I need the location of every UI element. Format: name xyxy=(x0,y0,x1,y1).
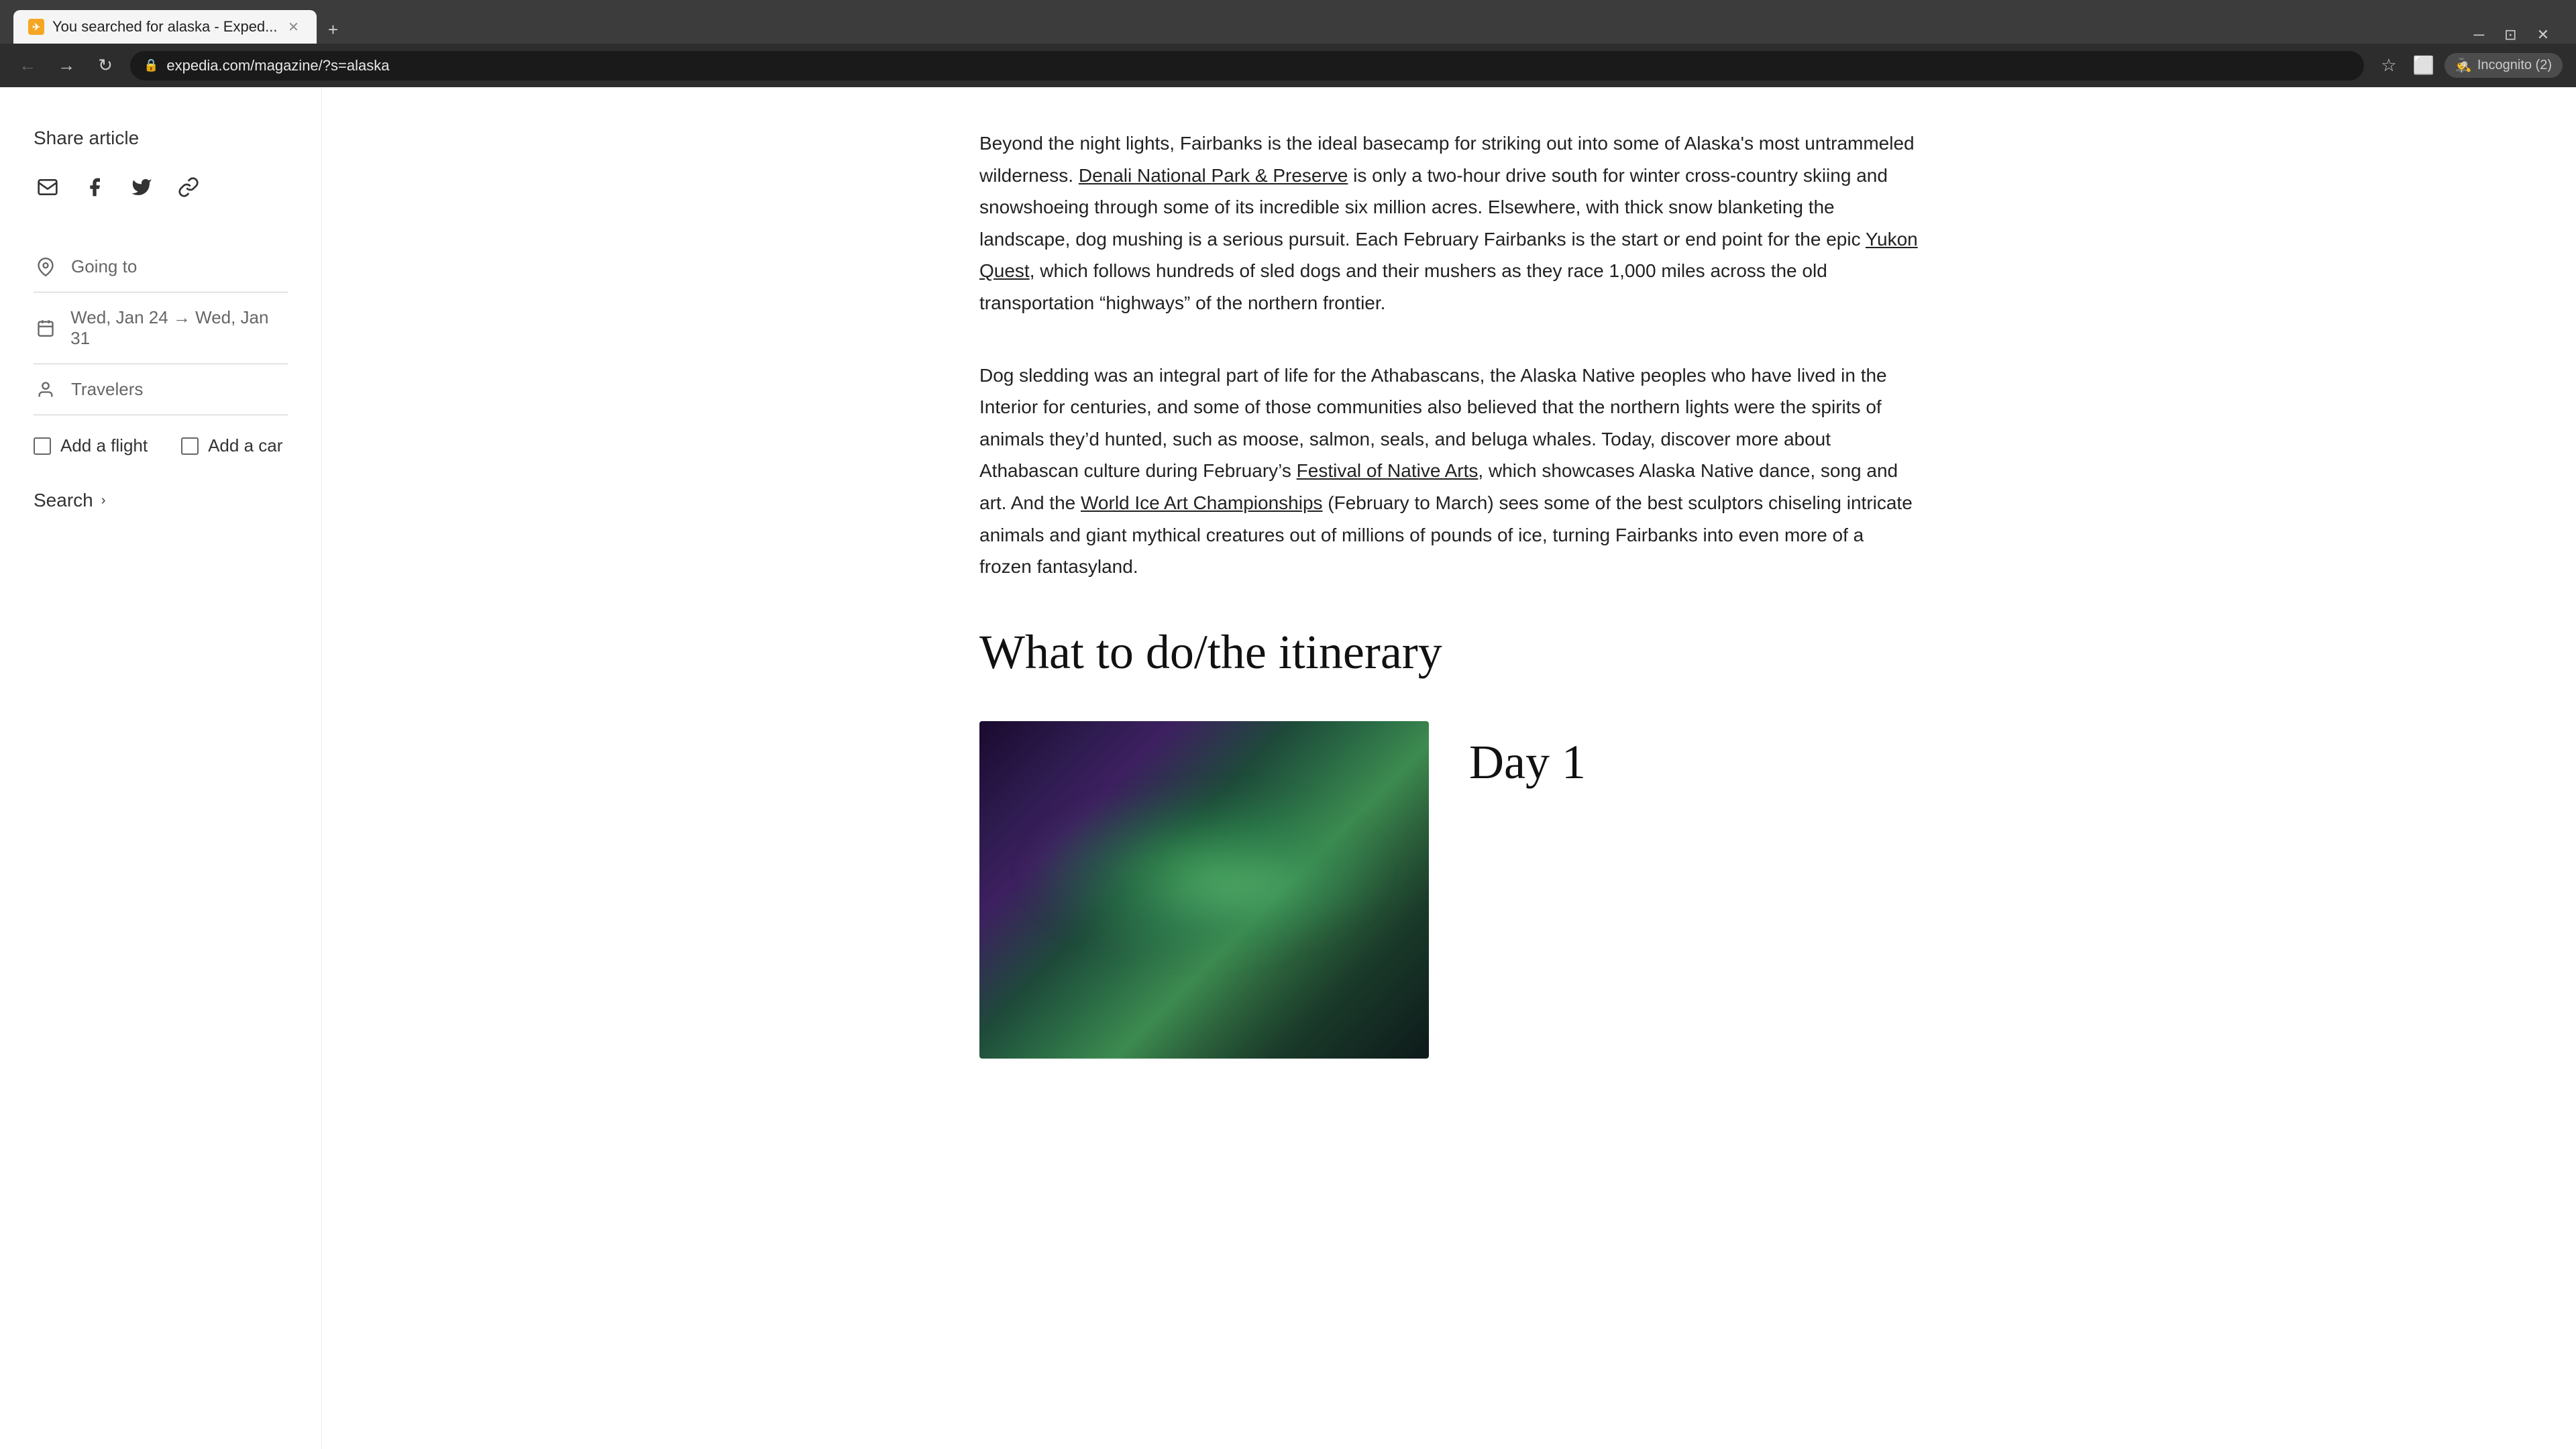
incognito-badge: 🕵 Incognito (2) xyxy=(2445,53,2563,78)
world-ice-link[interactable]: World Ice Art Championships xyxy=(1081,492,1323,513)
nav-actions: ☆ ⬜ 🕵 Incognito (2) xyxy=(2375,52,2563,80)
facebook-share-icon[interactable] xyxy=(80,173,109,201)
add-flight-checkbox-label[interactable]: Add a flight xyxy=(34,435,148,456)
search-arrow-icon: › xyxy=(101,493,106,508)
denali-link[interactable]: Denali National Park & Preserve xyxy=(1079,165,1348,186)
main-content[interactable]: Beyond the night lights, Fairbanks is th… xyxy=(322,87,2576,1449)
tab-favicon: ✈ xyxy=(28,19,44,35)
email-share-icon[interactable] xyxy=(34,173,62,201)
day-1-label: Day 1 xyxy=(1469,721,1919,790)
tab-bar: ✈ You searched for alaska - Exped... ✕ +… xyxy=(0,0,2576,44)
page-content: Share article xyxy=(0,87,2576,1449)
aurora-image xyxy=(979,721,1429,1059)
search-button[interactable]: Search › xyxy=(34,483,288,518)
minimize-button[interactable]: ─ xyxy=(2474,26,2485,44)
forward-button[interactable]: → xyxy=(52,52,80,80)
social-icons xyxy=(34,173,288,201)
day-1-container: Day 1 xyxy=(1469,721,1919,790)
maximize-button[interactable]: ⊡ xyxy=(2504,26,2516,44)
going-to-field[interactable]: Going to xyxy=(34,241,288,292)
paragraph-1: Beyond the night lights, Fairbanks is th… xyxy=(979,127,1919,319)
incognito-label: Incognito (2) xyxy=(2477,58,2552,73)
share-article-label: Share article xyxy=(34,127,288,149)
add-flight-checkbox[interactable] xyxy=(34,437,51,455)
back-button[interactable]: ← xyxy=(13,52,42,80)
incognito-icon: 🕵 xyxy=(2455,57,2472,74)
tab-close-button[interactable]: ✕ xyxy=(286,19,302,35)
window-controls: ─ ⊡ ✕ xyxy=(2474,26,2563,44)
dates-field[interactable]: Wed, Jan 24 → Wed, Jan 31 xyxy=(34,292,288,364)
calendar-icon xyxy=(34,319,57,337)
address-bar[interactable]: 🔒 expedia.com/magazine/?s=alaska xyxy=(130,51,2364,80)
location-icon xyxy=(34,258,58,276)
festival-link[interactable]: Festival of Native Arts xyxy=(1297,460,1479,481)
url-text: expedia.com/magazine/?s=alaska xyxy=(166,57,2351,74)
add-car-label: Add a car xyxy=(208,435,282,456)
article-body: Beyond the night lights, Fairbanks is th… xyxy=(979,127,1919,1059)
browser-chrome: ✈ You searched for alaska - Exped... ✕ +… xyxy=(0,0,2576,87)
paragraph-1-end: , which follows hundreds of sled dogs an… xyxy=(979,260,1827,313)
booking-widget: Going to Wed, Jan 24 → Wed, Jan 31 xyxy=(34,241,288,518)
content-grid: Day 1 xyxy=(979,721,1919,1059)
add-car-checkbox[interactable] xyxy=(181,437,199,455)
close-button[interactable]: ✕ xyxy=(2537,26,2549,44)
travelers-field[interactable]: Travelers xyxy=(34,364,288,415)
bookmark-button[interactable]: ☆ xyxy=(2375,52,2403,80)
travelers-text: Travelers xyxy=(71,379,143,400)
copy-link-icon[interactable] xyxy=(174,173,203,201)
travelers-icon xyxy=(34,380,58,399)
going-to-text: Going to xyxy=(71,256,137,277)
active-tab[interactable]: ✈ You searched for alaska - Exped... ✕ xyxy=(13,10,317,44)
add-flight-label: Add a flight xyxy=(60,435,148,456)
twitter-share-icon[interactable] xyxy=(127,173,156,201)
sidebar-toggle-button[interactable]: ⬜ xyxy=(2410,52,2438,80)
search-button-label: Search xyxy=(34,490,93,511)
reload-button[interactable]: ↻ xyxy=(91,52,119,80)
paragraph-2: Dog sledding was an integral part of lif… xyxy=(979,360,1919,583)
dates-text: Wed, Jan 24 → Wed, Jan 31 xyxy=(70,307,288,349)
nav-bar: ← → ↻ 🔒 expedia.com/magazine/?s=alaska ☆… xyxy=(0,44,2576,87)
sidebar: Share article xyxy=(0,87,322,1449)
add-car-checkbox-label[interactable]: Add a car xyxy=(181,435,282,456)
lock-icon: 🔒 xyxy=(144,58,158,72)
section-heading: What to do/the itinerary xyxy=(979,623,1919,681)
tab-title: You searched for alaska - Exped... xyxy=(52,18,278,36)
booking-checkboxes: Add a flight Add a car xyxy=(34,415,288,476)
new-tab-button[interactable]: + xyxy=(319,15,347,44)
